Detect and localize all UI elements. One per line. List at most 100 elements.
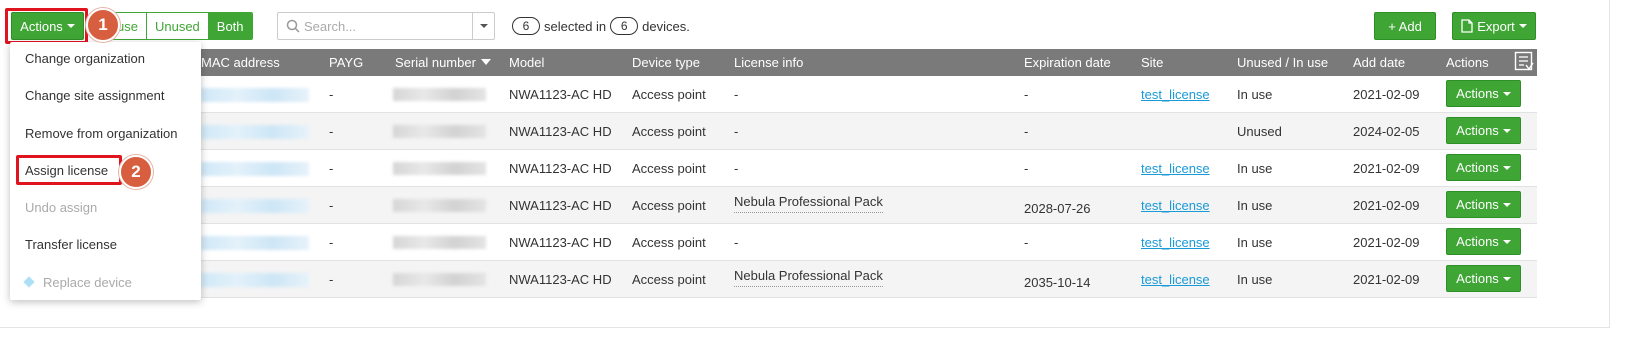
cell-site-link[interactable]: test_license [1141, 161, 1210, 176]
table-row[interactable]: - NWA1123-AC HD Access point - - test_li… [10, 76, 1537, 113]
caret-down-icon [479, 24, 488, 28]
menu-item-change-site-assignment[interactable]: Change site assignment [25, 88, 164, 103]
cell-device-type: Access point [632, 161, 706, 176]
cell-model: NWA1123-AC HD [509, 198, 612, 213]
cell-device-type: Access point [632, 87, 706, 102]
cell-usage: In use [1237, 272, 1273, 287]
row-actions-button[interactable]: Actions [1446, 191, 1521, 218]
header-usage[interactable]: Unused / In use [1237, 55, 1328, 70]
table-header: MAC address PAYG Serial number Model Dev… [10, 49, 1537, 76]
caret-down-icon [1502, 165, 1511, 170]
cell-model: NWA1123-AC HD [509, 272, 612, 287]
cell-usage: In use [1237, 161, 1273, 176]
menu-item-change-organization[interactable]: Change organization [25, 51, 145, 66]
cell-site-link[interactable]: test_license [1141, 272, 1210, 287]
cell-payg: - [329, 87, 334, 102]
serial-number-blurred [393, 273, 486, 286]
filter-unused[interactable]: Unused [147, 13, 209, 39]
mac-address-blurred [201, 88, 309, 102]
caret-down-icon [1502, 91, 1511, 96]
export-button[interactable]: Export [1452, 12, 1536, 40]
cell-site-link[interactable]: test_license [1141, 198, 1210, 213]
column-settings-icon[interactable] [1514, 51, 1534, 73]
caret-down-icon [1502, 128, 1511, 133]
header-site[interactable]: Site [1141, 55, 1163, 70]
diamond-icon [23, 276, 35, 288]
table-row[interactable]: - NWA1123-AC HD Access point - - test_li… [10, 150, 1537, 187]
row-actions-label: Actions [1456, 271, 1499, 286]
table-row[interactable]: - NWA1123-AC HD Access point - - Unused … [10, 113, 1537, 150]
caret-down-icon [1502, 276, 1511, 281]
table-row[interactable]: - NWA1123-AC HD Access point Nebula Prof… [10, 187, 1537, 224]
serial-number-blurred [393, 88, 486, 101]
cell-usage: In use [1237, 198, 1273, 213]
selection-summary: 6 selected in 6 devices. [512, 16, 690, 36]
cell-usage: In use [1237, 87, 1273, 102]
header-add-date[interactable]: Add date [1353, 55, 1405, 70]
cell-site-link[interactable]: test_license [1141, 87, 1210, 102]
row-actions-button[interactable]: Actions [1446, 265, 1521, 292]
search-dropdown-toggle[interactable] [472, 13, 494, 39]
cell-add-date: 2021-02-09 [1353, 198, 1420, 213]
table-row[interactable]: - NWA1123-AC HD Access point Nebula Prof… [10, 261, 1537, 298]
cell-device-type: Access point [632, 124, 706, 139]
step-badge-2: 2 [119, 155, 153, 189]
cell-license: - [734, 124, 739, 139]
cell-expiration: - [1024, 124, 1029, 139]
filter-both[interactable]: Both [208, 13, 252, 39]
row-actions-label: Actions [1456, 160, 1499, 175]
device-count-pill: 6 [610, 17, 639, 35]
header-device-type[interactable]: Device type [632, 55, 700, 70]
cell-device-type: Access point [632, 272, 706, 287]
cell-expiration: - [1024, 235, 1029, 250]
cell-expiration: 2028-07-26 [1024, 201, 1091, 216]
cell-license[interactable]: Nebula Professional Pack [734, 268, 883, 287]
row-actions-label: Actions [1456, 123, 1499, 138]
cell-license[interactable]: Nebula Professional Pack [734, 194, 883, 213]
menu-item-replace-device: Replace device [23, 275, 132, 290]
header-serial[interactable]: Serial number [395, 55, 491, 70]
add-label: + Add [1388, 18, 1422, 34]
mac-address-blurred [201, 162, 309, 176]
serial-number-blurred [393, 125, 486, 138]
cell-payg: - [329, 198, 334, 213]
header-expiration[interactable]: Expiration date [1024, 55, 1111, 70]
header-payg[interactable]: PAYG [329, 55, 363, 70]
cell-payg: - [329, 235, 334, 250]
serial-number-blurred [393, 236, 486, 249]
header-license-info[interactable]: License info [734, 55, 803, 70]
table-row[interactable]: - NWA1123-AC HD Access point - - test_li… [10, 224, 1537, 261]
search-input[interactable] [304, 17, 464, 35]
cell-model: NWA1123-AC HD [509, 124, 612, 139]
header-serial-label: Serial number [395, 55, 476, 70]
header-mac[interactable]: MAC address [201, 55, 280, 70]
menu-item-remove-from-organization[interactable]: Remove from organization [25, 126, 177, 141]
cell-add-date: 2021-02-09 [1353, 87, 1420, 102]
row-actions-button[interactable]: Actions [1446, 154, 1521, 181]
row-actions-button[interactable]: Actions [1446, 80, 1521, 107]
cell-add-date: 2021-02-09 [1353, 161, 1420, 176]
cell-payg: - [329, 161, 334, 176]
replace-device-label: Replace device [43, 275, 132, 290]
cell-usage: Unused [1237, 124, 1282, 139]
row-actions-button[interactable]: Actions [1446, 117, 1521, 144]
usage-filter-segment: use Unused Both [108, 12, 253, 40]
search-field[interactable] [277, 12, 495, 40]
header-model[interactable]: Model [509, 55, 544, 70]
highlight-box-actions [5, 8, 88, 44]
cell-expiration: 2035-10-14 [1024, 275, 1091, 290]
cell-license: - [734, 235, 739, 250]
menu-item-transfer-license[interactable]: Transfer license [25, 237, 117, 252]
cell-license: - [734, 87, 739, 102]
add-button[interactable]: + Add [1374, 12, 1436, 40]
cell-model: NWA1123-AC HD [509, 87, 612, 102]
row-actions-label: Actions [1456, 234, 1499, 249]
cell-device-type: Access point [632, 235, 706, 250]
devices-text: devices. [642, 18, 690, 34]
export-label: Export [1477, 18, 1515, 34]
header-actions: Actions [1446, 55, 1489, 70]
row-actions-button[interactable]: Actions [1446, 228, 1521, 255]
cell-site-link[interactable]: test_license [1141, 235, 1210, 250]
selected-count-pill: 6 [512, 17, 540, 35]
sort-descending-icon [480, 59, 491, 65]
